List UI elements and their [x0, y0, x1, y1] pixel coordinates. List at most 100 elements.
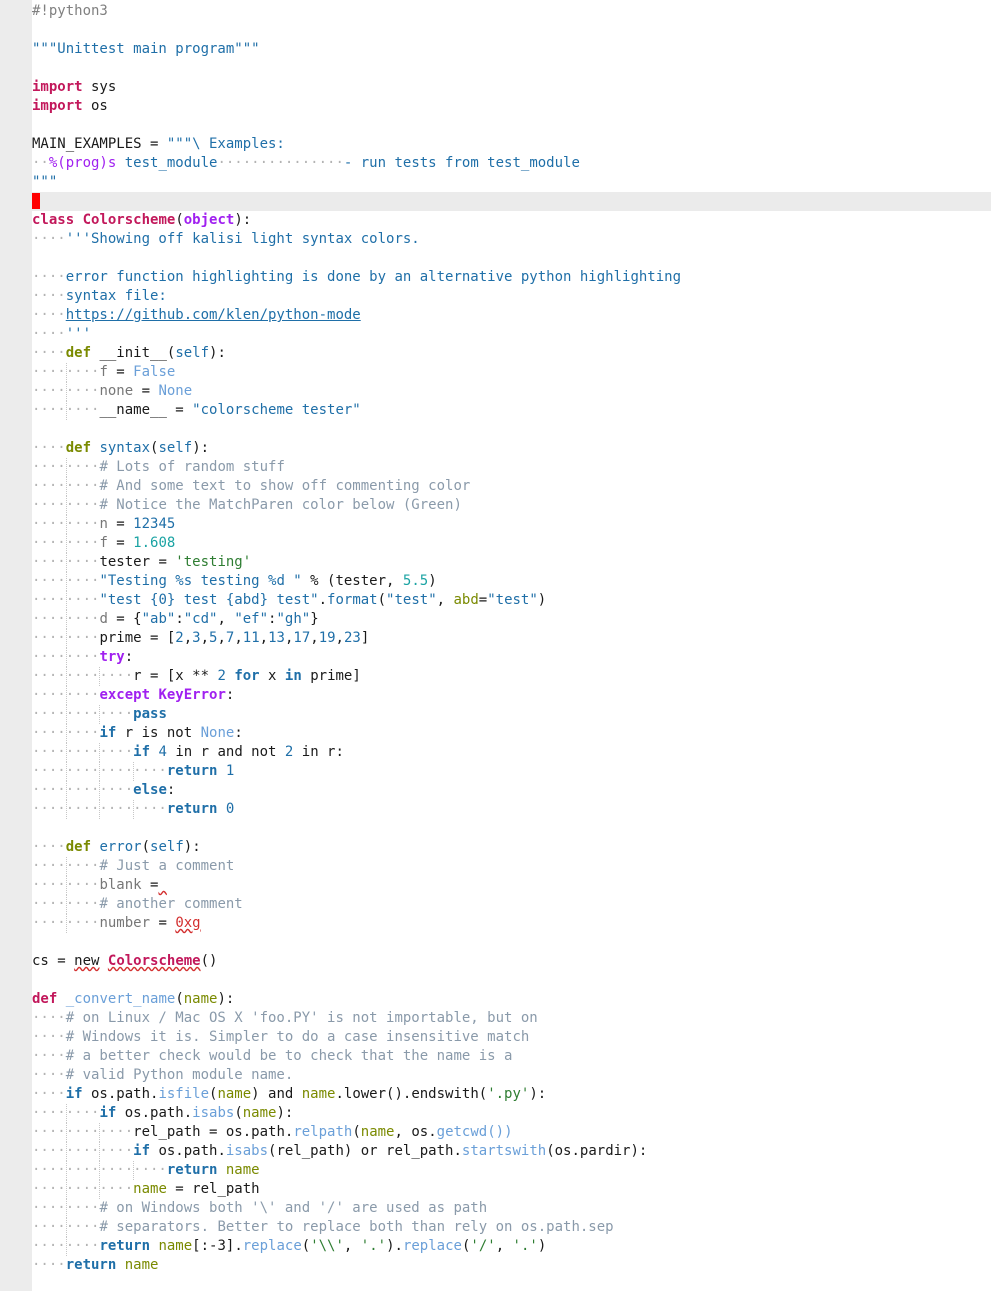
code-token: 23 [343, 630, 361, 646]
code-token: import [32, 98, 83, 114]
code-token: for [234, 668, 260, 684]
indent-guide [65, 591, 67, 610]
code-token: ) and [251, 1086, 302, 1102]
code-token: = rel_path [166, 1181, 260, 1197]
code-token: ( [377, 592, 387, 608]
indent-guide [99, 1123, 101, 1142]
code-token: _convert_name [65, 991, 176, 1007]
code-editor[interactable]: #!python3 """Unittest main program""" impo… [0, 0, 991, 1291]
code-line: ············else: [32, 781, 991, 800]
code-token: "colorscheme tester" [192, 402, 361, 418]
code-token: 5.5 [402, 573, 429, 589]
code-line: ········# on Windows both '\' and '/' ar… [32, 1199, 991, 1218]
code-token: "ef" [234, 611, 269, 627]
code-token: ] [360, 630, 370, 646]
indent-guide [65, 686, 67, 705]
code-token: : [124, 649, 134, 665]
code-token: relpath [293, 1124, 353, 1140]
code-token: 0xg [175, 915, 201, 931]
whitespace-marker: ············ [32, 706, 134, 722]
code-token: "cd" [183, 611, 218, 627]
indent-guide [65, 1123, 67, 1142]
whitespace-marker: ···· [32, 326, 66, 342]
code-line: ············r = [x ** 2 for x in prime] [32, 667, 991, 686]
code-token: if [99, 725, 117, 741]
code-token: , os. [394, 1124, 437, 1140]
code-token: , [217, 611, 235, 627]
code-token: , [200, 630, 210, 646]
code-area[interactable]: #!python3 """Unittest main program""" impo… [32, 2, 991, 1275]
code-line: ····return name [32, 1256, 991, 1275]
code-line: MAIN_EXAMPLES = """\ Examples: [32, 135, 991, 154]
indent-guide [133, 1161, 135, 1180]
code-token: = [107, 535, 134, 551]
code-token: abd [453, 592, 479, 608]
code-line: #!python3 [32, 2, 991, 21]
code-token: name [217, 1086, 252, 1102]
code-token: ( [301, 1238, 311, 1254]
code-token: () [200, 953, 218, 969]
code-token: None [158, 383, 193, 399]
code-line: ····def __init__(self): [32, 344, 991, 363]
code-token: 11 [242, 630, 260, 646]
whitespace-marker: ············ [32, 1143, 134, 1159]
code-token: isfile [158, 1086, 210, 1102]
code-token: ()) [487, 1124, 513, 1140]
code-token: r = [x ** [133, 668, 218, 684]
whitespace-marker: ···· [32, 307, 66, 323]
code-token: 1.608 [133, 535, 176, 551]
code-token: ( [141, 839, 151, 855]
code-token: [:-3]. [192, 1238, 243, 1254]
whitespace-marker: ···· [32, 1010, 66, 1026]
whitespace-marker: ···· [32, 1086, 66, 1102]
code-token: x [259, 668, 285, 684]
code-line: ····https://github.com/klen/python-mode [32, 306, 991, 325]
code-token: os.path. [82, 1086, 159, 1102]
code-token: 1 [225, 763, 235, 779]
whitespace-marker: ············ [32, 1181, 134, 1197]
code-token: KeyError [158, 687, 226, 703]
whitespace-marker: ···· [32, 269, 66, 285]
code-line: ····# a better check would be to check t… [32, 1047, 991, 1066]
code-token: ( [175, 212, 184, 228]
code-token: https://github.com/klen/python-mode [65, 307, 361, 323]
code-line: ········number = 0xg [32, 914, 991, 933]
code-token: number [99, 915, 151, 931]
code-comment: # separators. Better to replace both tha… [99, 1219, 614, 1235]
indent-guide [65, 743, 67, 762]
code-token: error function highlighting is done by a… [65, 269, 682, 285]
code-line: cs = new Colorscheme() [32, 952, 991, 971]
code-token: , [335, 630, 344, 646]
code-token: replace [402, 1238, 462, 1254]
code-comment: # Just a comment [99, 858, 235, 874]
indent-guide [65, 781, 67, 800]
code-token: '\\' [310, 1238, 344, 1254]
code-token: except [99, 687, 151, 703]
code-line: ········none = None [32, 382, 991, 401]
indent-guide [65, 629, 67, 648]
code-token: os.path. [150, 1143, 226, 1159]
code-token: '''Showing off kalisi light syntax color… [65, 231, 420, 247]
code-token: ): [234, 212, 252, 228]
indent-guide [99, 667, 101, 686]
code-token: startswith [461, 1143, 547, 1159]
code-token: in [284, 668, 302, 684]
indent-guide [99, 781, 101, 800]
code-token: pass [133, 706, 167, 722]
code-token: object [183, 212, 235, 228]
code-token: 4 [158, 744, 167, 760]
line-gutter[interactable] [0, 0, 32, 1291]
code-token: "test" [487, 592, 538, 608]
indent-guide [65, 458, 67, 477]
code-line: ········# another comment [32, 895, 991, 914]
code-token: : [234, 725, 243, 741]
whitespace-marker: ···· [32, 1048, 66, 1064]
indent-guide [65, 1218, 67, 1237]
code-line: ········# Notice the MatchParen color be… [32, 496, 991, 515]
code-line: ····if os.path.isfile(name) and name.low… [32, 1085, 991, 1104]
code-line: ········if r is not None: [32, 724, 991, 743]
code-token: - run tests from test_module [343, 155, 580, 171]
